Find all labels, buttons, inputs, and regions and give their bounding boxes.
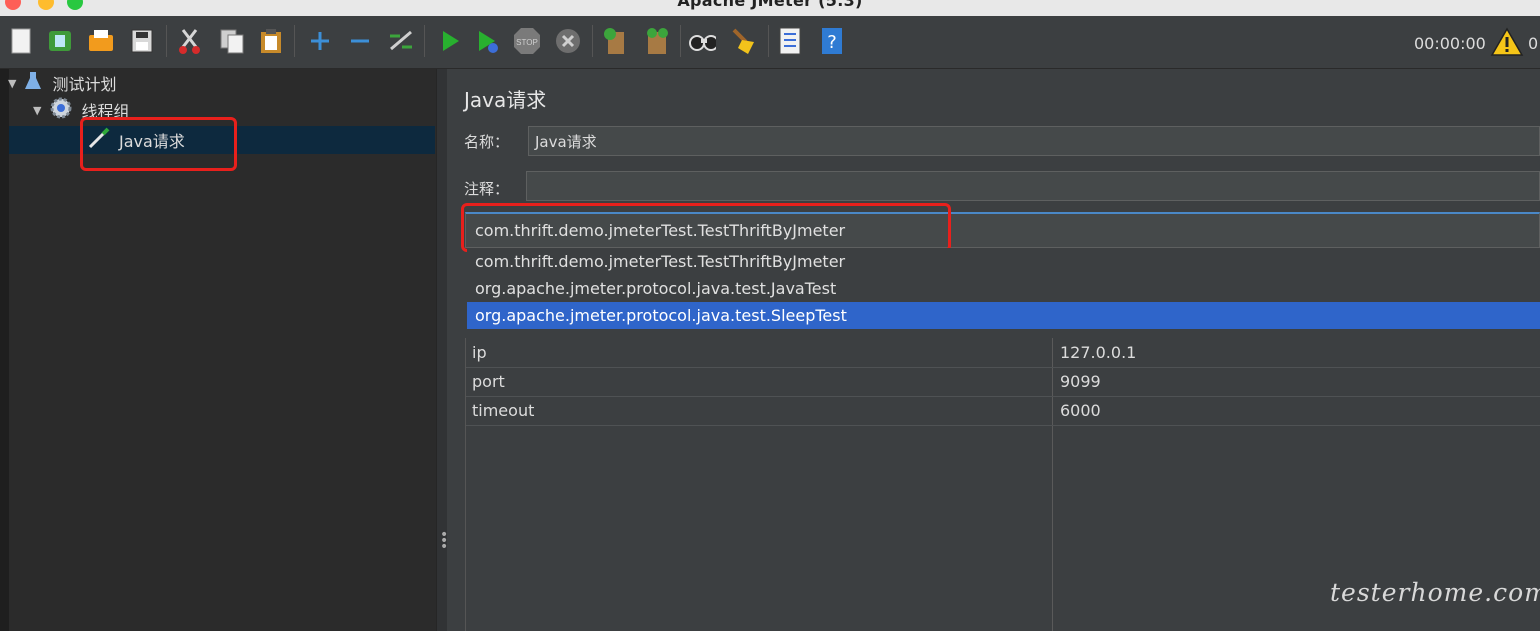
stop-icon[interactable]: STOP bbox=[512, 26, 540, 56]
gear-icon bbox=[49, 96, 73, 124]
start-no-pauses-icon[interactable] bbox=[474, 26, 502, 56]
table-row[interactable]: timeout 6000 bbox=[466, 396, 1540, 426]
tree-item-label: 测试计划 bbox=[52, 75, 117, 94]
watermark: testerhome.com bbox=[1330, 578, 1540, 607]
start-icon[interactable] bbox=[436, 26, 464, 56]
annotation-highlight-box bbox=[461, 203, 951, 252]
table-row[interactable]: port 9099 bbox=[466, 367, 1540, 397]
warning-count: 0 bbox=[1528, 34, 1539, 53]
annotation-highlight-box bbox=[80, 117, 237, 171]
collapse-arrow-icon[interactable]: ▼ bbox=[8, 77, 16, 90]
comment-field[interactable] bbox=[526, 171, 1540, 201]
param-value-cell[interactable]: 6000 bbox=[1060, 401, 1101, 420]
new-icon[interactable] bbox=[8, 26, 36, 56]
classname-dropdown-list: com.thrift.demo.jmeterTest.TestThriftByJ… bbox=[467, 248, 1540, 329]
collapse-arrow-icon[interactable]: ▼ bbox=[33, 104, 41, 117]
clear-icon[interactable] bbox=[600, 26, 628, 56]
help-icon[interactable]: ? bbox=[818, 26, 846, 56]
cut-icon[interactable] bbox=[176, 26, 204, 56]
collapse-icon[interactable] bbox=[346, 26, 374, 56]
elapsed-timer: 00:00:00 bbox=[1414, 34, 1486, 53]
window-title: Apache JMeter (5.3) bbox=[677, 0, 863, 10]
toggle-icon[interactable] bbox=[386, 26, 414, 56]
expand-icon[interactable] bbox=[306, 26, 334, 56]
panel-title: Java请求 bbox=[464, 88, 547, 112]
open-icon[interactable] bbox=[86, 26, 114, 56]
table-row[interactable]: ip 127.0.0.1 bbox=[466, 338, 1540, 368]
classname-option[interactable]: com.thrift.demo.jmeterTest.TestThriftByJ… bbox=[467, 248, 1540, 275]
warning-icon[interactable] bbox=[1490, 27, 1524, 61]
param-name-cell[interactable]: port bbox=[472, 372, 505, 391]
shutdown-icon[interactable] bbox=[554, 26, 582, 56]
copy-icon[interactable] bbox=[218, 26, 246, 56]
svg-text:STOP: STOP bbox=[516, 38, 538, 47]
comment-label: 注释： bbox=[464, 180, 510, 198]
reset-search-icon[interactable] bbox=[728, 26, 756, 56]
search-icon[interactable] bbox=[688, 26, 716, 56]
tree-edge bbox=[0, 69, 9, 631]
clear-all-icon[interactable] bbox=[642, 26, 670, 56]
function-helper-icon[interactable] bbox=[776, 26, 804, 56]
templates-icon[interactable] bbox=[46, 26, 74, 56]
classname-option-highlighted[interactable]: org.apache.jmeter.protocol.java.test.Sle… bbox=[467, 302, 1540, 329]
tree-item-test-plan[interactable]: ▼ 测试计划 bbox=[0, 70, 436, 96]
title-bar: Apache JMeter (5.3) bbox=[0, 0, 1540, 16]
param-value-cell[interactable]: 9099 bbox=[1060, 372, 1101, 391]
svg-text:?: ? bbox=[827, 32, 837, 53]
param-name-cell[interactable]: timeout bbox=[472, 401, 534, 420]
toolbar: STOP ? 00:00:00 0 bbox=[0, 16, 1540, 69]
name-field[interactable]: Java请求 bbox=[528, 126, 1540, 156]
save-icon[interactable] bbox=[128, 26, 156, 56]
name-label: 名称： bbox=[464, 133, 510, 151]
param-name-cell[interactable]: ip bbox=[472, 343, 487, 362]
param-value-cell[interactable]: 127.0.0.1 bbox=[1060, 343, 1136, 362]
classname-option[interactable]: org.apache.jmeter.protocol.java.test.Jav… bbox=[467, 275, 1540, 302]
flask-icon bbox=[24, 71, 42, 95]
paste-icon[interactable] bbox=[257, 26, 285, 56]
